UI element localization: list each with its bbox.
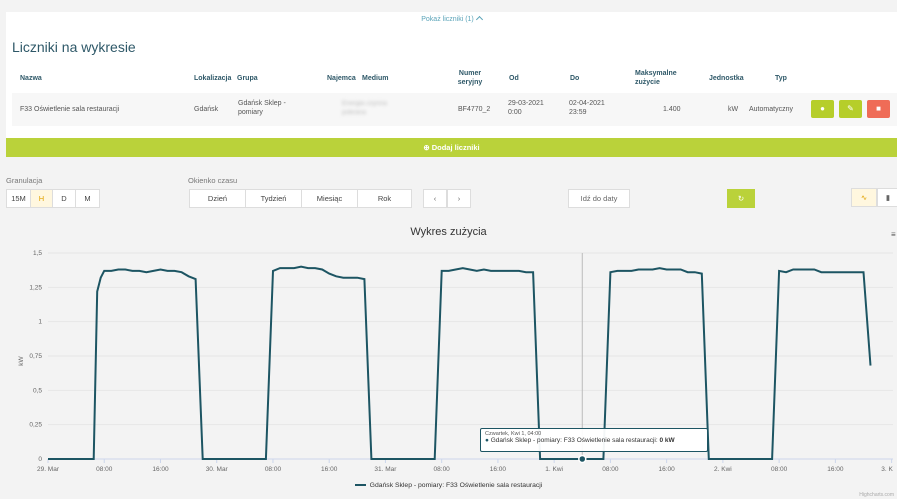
edit-button[interactable]: ✎ [839, 100, 862, 118]
line-chart-toggle[interactable]: ∿ [851, 188, 877, 207]
col-max-usage: Maksymalne zużycie [635, 70, 677, 86]
menu-icon[interactable]: ≡ [891, 230, 896, 239]
chart-grid [48, 252, 893, 460]
y-tick-label: 1,5 [33, 250, 42, 257]
col-name: Nazwa [20, 75, 42, 82]
tooltip-value: 0 kW [659, 437, 675, 444]
add-meters-button[interactable]: ⊕ Dodaj liczniki [6, 138, 897, 157]
x-tick-label: 08:00 [265, 466, 282, 473]
series-line [48, 265, 872, 460]
window-day[interactable]: Dzień [190, 190, 246, 207]
show-meters-label: Pokaż liczniki (1) [421, 16, 474, 23]
y-tick-label: 0,75 [29, 353, 42, 360]
bar-chart-icon: ▮ [885, 193, 891, 202]
col-serial: Numer seryjny [457, 70, 483, 86]
trash-icon: ■ [876, 104, 881, 113]
plus-circle-icon: ⊕ [423, 143, 430, 152]
y-tick-label: 0,5 [33, 387, 42, 394]
window-week[interactable]: Tydzień [246, 190, 302, 207]
cell-from: 29-03-2021 0:00 [508, 100, 544, 116]
tooltip-series: Gdańsk Sklep - pomiary: F33 Oświetlenie … [490, 437, 658, 444]
chart-legend[interactable]: Gdańsk Sklep - pomiary: F33 Oświetlenie … [0, 482, 897, 489]
col-group: Grupa [237, 75, 258, 82]
cell-medium: Energia czynna pobrana [342, 100, 387, 116]
cell-max-usage: 1.400 [663, 106, 681, 113]
show-meters-toggle[interactable]: Pokaż liczniki (1) [6, 15, 897, 24]
x-tick-label: 08:00 [602, 466, 619, 473]
info-icon: ● [820, 104, 825, 113]
x-tick-label: 30. Mar [206, 466, 229, 473]
y-tick-label: 1 [38, 319, 42, 326]
col-medium: Medium [362, 75, 389, 82]
chart-tooltip: Czwartek, Kwi 1, 04:00 ● Gdańsk Sklep - … [480, 428, 708, 452]
x-tick-label: 08:00 [96, 466, 113, 473]
legend-item: Gdańsk Sklep - pomiary: F33 Oświetlenie … [369, 482, 543, 489]
col-to: Do [570, 75, 580, 82]
previous-button[interactable]: ‹ [423, 189, 447, 208]
chart-title: Wykres zużycia [410, 226, 487, 238]
delete-button[interactable]: ■ [867, 100, 890, 118]
refresh-icon: ↻ [737, 194, 745, 203]
hover-point [578, 454, 587, 464]
granulation-15m[interactable]: 15M [7, 190, 31, 207]
window-year[interactable]: Rok [358, 190, 411, 207]
refresh-button[interactable]: ↻ [727, 189, 755, 208]
granulation-h[interactable]: H [31, 190, 53, 207]
cell-group: Gdańsk Sklep - pomiary [238, 100, 286, 116]
col-from: Od [509, 75, 519, 82]
x-tick-label: 29. Mar [37, 466, 60, 473]
chevron-right-icon: › [457, 194, 461, 203]
col-tenant: Najemca [327, 75, 356, 82]
x-tick-label: 16:00 [658, 466, 675, 473]
col-type: Typ [775, 75, 787, 82]
tooltip-series-line: ● Gdańsk Sklep - pomiary: F33 Oświetleni… [485, 437, 675, 444]
x-tick-label: 08:00 [771, 466, 788, 473]
time-window-label: Okienko czasu [188, 176, 238, 185]
cell-serial: BF4770_2 [458, 106, 491, 113]
x-axis-ticks: 29. Mar 08:00 16:00 30. Mar 08:00 16:00 31. Ma… [37, 459, 893, 473]
granulation-d[interactable]: D [53, 190, 76, 207]
x-tick-label: 16:00 [827, 466, 844, 473]
y-tick-label: 0 [38, 456, 42, 463]
chart-credits[interactable]: Highcharts.com [859, 492, 894, 498]
cell-location: Gdańsk [194, 106, 219, 113]
x-tick-label: 2. Kwi [714, 466, 732, 473]
x-tick-label: 3. K [881, 466, 893, 473]
panel-title: Liczniki na wykresie [12, 39, 136, 55]
cell-type: Automatyczny [749, 106, 793, 113]
granulation-m[interactable]: M [76, 190, 99, 207]
x-tick-label: 08:00 [434, 466, 451, 473]
edit-icon: ✎ [847, 104, 854, 113]
cell-name: F33 Oświetlenie sala restauracji [20, 106, 120, 113]
chevron-up-icon [475, 15, 483, 24]
add-meters-label: Dodaj liczniki [431, 143, 480, 152]
y-axis-label: kW [18, 355, 25, 365]
info-button[interactable]: ● [811, 100, 834, 118]
line-chart-icon: ∿ [860, 193, 868, 202]
col-location: Lokalizacja [194, 75, 232, 82]
legend-swatch [354, 484, 366, 487]
time-window-selector: Dzień Tydzień Miesiąc Rok [189, 189, 412, 208]
cell-to: 02-04-2021 23:59 [569, 100, 605, 116]
meters-panel: Pokaż liczniki (1) Liczniki na wykresie … [6, 12, 897, 138]
x-tick-label: 1. Kwi [545, 466, 563, 473]
x-tick-label: 16:00 [321, 466, 338, 473]
y-axis-ticks: 0 0,25 0,5 0,75 1 1,25 1,5 [29, 250, 42, 463]
bar-chart-toggle[interactable]: ▮ [877, 188, 897, 207]
cell-unit: kW [728, 106, 739, 113]
go-to-date-button[interactable]: Idź do daty [568, 189, 630, 208]
usage-chart: 0 0,25 0,5 0,75 1 1,25 1,5 29. Mar 08:00 16:00 30… [18, 250, 893, 473]
next-button[interactable]: › [447, 189, 471, 208]
table-row: F33 Oświetlenie sala restauracji Gdańsk … [12, 93, 897, 126]
x-tick-label: 31. Mar [374, 466, 397, 473]
chevron-left-icon: ‹ [433, 194, 437, 203]
x-tick-label: 16:00 [490, 466, 507, 473]
granulation-label: Granulacja [6, 176, 43, 185]
x-tick-label: 16:00 [152, 466, 169, 473]
granulation-selector: 15M H D M [6, 189, 100, 208]
y-tick-label: 0,25 [29, 422, 42, 429]
y-tick-label: 1,25 [29, 284, 42, 291]
window-month[interactable]: Miesiąc [302, 190, 358, 207]
col-unit: Jednostka [709, 75, 744, 82]
